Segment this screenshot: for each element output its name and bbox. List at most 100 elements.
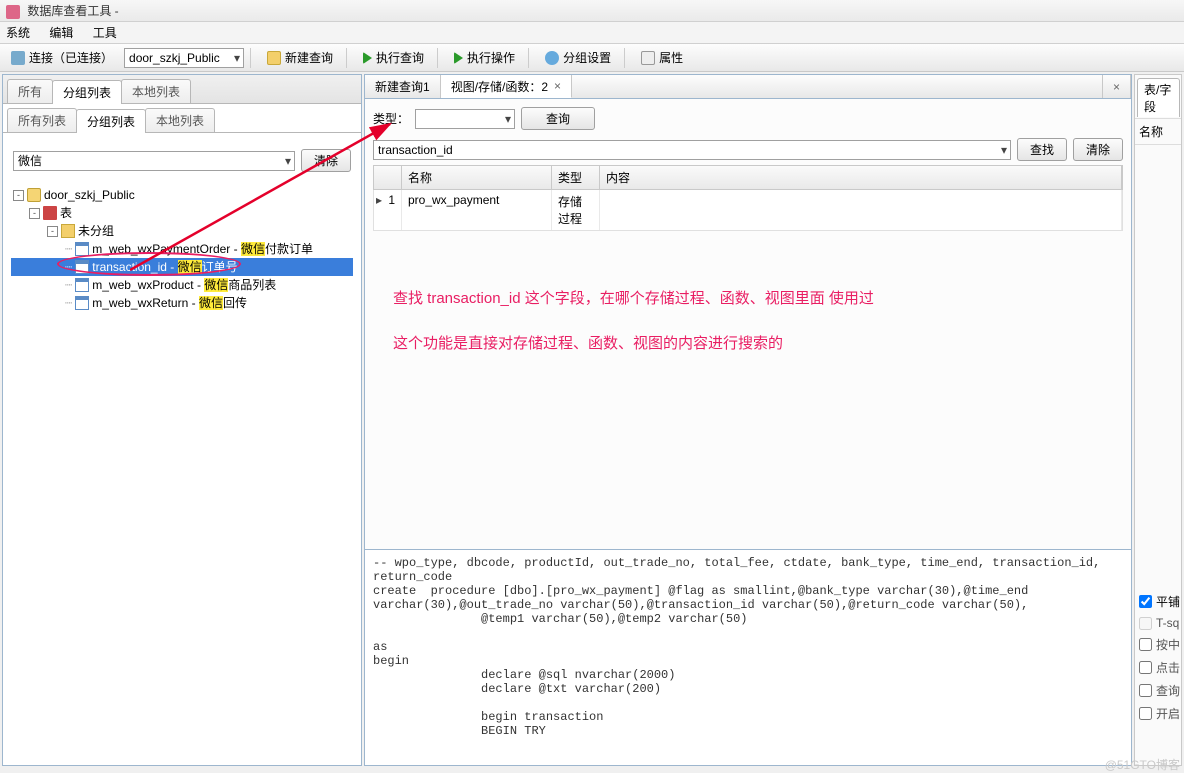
titlebar: 数据库查看工具 -	[0, 0, 1184, 22]
checkbox[interactable]	[1139, 617, 1152, 630]
properties-button[interactable]: 属性	[634, 46, 690, 69]
new-query-icon	[267, 51, 281, 65]
table-icon	[75, 296, 89, 310]
checkbox[interactable]	[1139, 595, 1152, 608]
table-icon	[75, 278, 89, 292]
chk-click[interactable]: 点击	[1139, 659, 1177, 676]
close-icon[interactable]: ×	[554, 79, 561, 93]
cog-icon	[545, 51, 559, 65]
tab-all[interactable]: 所有	[7, 79, 53, 103]
tree-item-label: m_web_wxProduct - 微信商品列表	[92, 276, 276, 294]
result-area: 查找 transaction_id 这个字段，在哪个存储过程、函数、视图里面 使…	[373, 231, 1123, 541]
doc-tab-newquery[interactable]: 新建查询1	[365, 75, 441, 98]
type-label: 类型：	[373, 110, 409, 127]
app-icon	[6, 5, 20, 19]
chk-selmid[interactable]: 按中	[1139, 636, 1177, 653]
new-query-button[interactable]: 新建查询	[260, 46, 340, 69]
play-icon	[363, 52, 372, 64]
inner-tab-local[interactable]: 本地列表	[145, 108, 215, 132]
tree-ungrouped-label: 未分组	[78, 222, 114, 240]
tree-ungrouped-node[interactable]: - 未分组	[11, 222, 353, 240]
table-icon	[75, 242, 89, 256]
collapse-icon[interactable]: -	[29, 208, 40, 219]
tree-item[interactable]: ┈m_web_wxProduct - 微信商品列表	[11, 276, 353, 294]
table-icon	[75, 260, 89, 274]
tree-db-node[interactable]: - door_szkj_Public	[11, 186, 353, 204]
checkbox[interactable]	[1139, 684, 1152, 697]
run-operation-button[interactable]: 执行操作	[447, 46, 522, 69]
inner-tab-all[interactable]: 所有列表	[7, 108, 77, 132]
tree-tables-label: 表	[60, 204, 72, 222]
doc-tab-views[interactable]: 视图/存储/函数：2 ×	[441, 75, 572, 98]
side-name-header: 名称	[1135, 119, 1181, 145]
chk-query[interactable]: 查询	[1139, 682, 1177, 699]
chk-open[interactable]: 开启	[1139, 705, 1177, 722]
result-header: 名称 类型 内容	[373, 165, 1123, 190]
tree-item-label: m_web_wxReturn - 微信回传	[92, 294, 247, 312]
tab-group[interactable]: 分组列表	[52, 80, 122, 104]
menu-tools[interactable]: 工具	[93, 26, 117, 40]
type-select[interactable]	[415, 109, 515, 129]
group-settings-button[interactable]: 分组设置	[538, 46, 618, 69]
sql-content-panel[interactable]: -- wpo_type, dbcode, productId, out_trad…	[364, 550, 1132, 766]
connect-button[interactable]: 连接（已连接）	[4, 46, 120, 69]
tree-item[interactable]: ┈transaction_id - 微信订单号	[11, 258, 353, 276]
new-query-label: 新建查询	[285, 49, 333, 66]
filter-input[interactable]: 微信	[13, 151, 295, 171]
tree-item-label: transaction_id - 微信订单号	[92, 258, 237, 276]
chk-tsq[interactable]: T-sq	[1139, 616, 1177, 630]
col-content[interactable]: 内容	[600, 166, 1122, 189]
inner-tab-group[interactable]: 分组列表	[76, 109, 146, 133]
search-input[interactable]: transaction_id	[373, 140, 1011, 160]
collapse-icon[interactable]: -	[47, 226, 58, 237]
menu-system[interactable]: 系统	[6, 26, 30, 40]
close-icon: ×	[1113, 80, 1120, 94]
connect-label: 连接（已连接）	[29, 49, 113, 66]
query-button[interactable]: 查询	[521, 107, 595, 130]
run-query-button[interactable]: 执行查询	[356, 46, 431, 69]
search-clear-button[interactable]: 清除	[1073, 138, 1123, 161]
toolbar: 连接（已连接） door_szkj_Public 新建查询 执行查询 执行操作 …	[0, 44, 1184, 72]
col-type[interactable]: 类型	[552, 166, 600, 189]
menubar: 系统 编辑 工具	[0, 22, 1184, 44]
tree-item[interactable]: ┈m_web_wxReturn - 微信回传	[11, 294, 353, 312]
group-settings-label: 分组设置	[563, 49, 611, 66]
right-area: 新建查询1 视图/存储/函数：2 × × 类型： 查询 transaction_…	[364, 74, 1132, 766]
tab-local[interactable]: 本地列表	[121, 79, 191, 103]
col-name[interactable]: 名称	[402, 166, 552, 189]
document-body: 类型： 查询 transaction_id 查找 清除 名称 类型 内容 1pr…	[364, 98, 1132, 550]
doc-tab-label: 新建查询1	[375, 78, 430, 95]
side-tab-fields[interactable]: 表/字段	[1137, 78, 1180, 117]
doc-tab-label: 视图/存储/函数：2	[451, 78, 548, 95]
database-select[interactable]: door_szkj_Public	[124, 48, 244, 68]
checkbox[interactable]	[1139, 707, 1152, 720]
checkbox[interactable]	[1139, 638, 1152, 651]
result-row[interactable]: 1pro_wx_payment存储过程	[373, 190, 1123, 231]
tree-tables-node[interactable]: - 表	[11, 204, 353, 222]
annotation-text-1: 查找 transaction_id 这个字段，在哪个存储过程、函数、视图里面 使…	[393, 291, 1103, 306]
main-area: 所有 分组列表 本地列表 所有列表 分组列表 本地列表 微信 清除 - door…	[0, 72, 1184, 771]
tree: - door_szkj_Public - 表 - 未分组 ┈m_web_wxPa…	[9, 182, 355, 316]
properties-label: 属性	[659, 49, 683, 66]
checkbox[interactable]	[1139, 661, 1152, 674]
find-button[interactable]: 查找	[1017, 138, 1067, 161]
tables-icon	[43, 206, 57, 220]
filter-clear-button[interactable]: 清除	[301, 149, 351, 172]
tree-item-label: m_web_wxPaymentOrder - 微信付款订单	[92, 240, 313, 258]
tree-db-label: door_szkj_Public	[44, 186, 135, 204]
link-icon	[11, 51, 25, 65]
document-tabs: 新建查询1 视图/存储/函数：2 × ×	[364, 74, 1132, 98]
tree-item[interactable]: ┈m_web_wxPaymentOrder - 微信付款订单	[11, 240, 353, 258]
tab-strip-close[interactable]: ×	[1102, 75, 1131, 98]
window-title: 数据库查看工具 -	[27, 4, 118, 18]
left-body: 微信 清除 - door_szkj_Public - 表 - 未分组	[3, 133, 361, 765]
left-top-tabs: 所有 分组列表 本地列表	[3, 75, 361, 104]
play-icon	[454, 52, 463, 64]
collapse-icon[interactable]: -	[13, 190, 24, 201]
menu-edit[interactable]: 编辑	[49, 26, 73, 40]
chk-flat[interactable]: 平铺	[1139, 593, 1177, 610]
properties-icon	[641, 51, 655, 65]
left-panel: 所有 分组列表 本地列表 所有列表 分组列表 本地列表 微信 清除 - door…	[2, 74, 362, 766]
side-options: 平铺 T-sq 按中 点击 查询 开启	[1135, 581, 1181, 734]
run-op-label: 执行操作	[467, 49, 515, 66]
